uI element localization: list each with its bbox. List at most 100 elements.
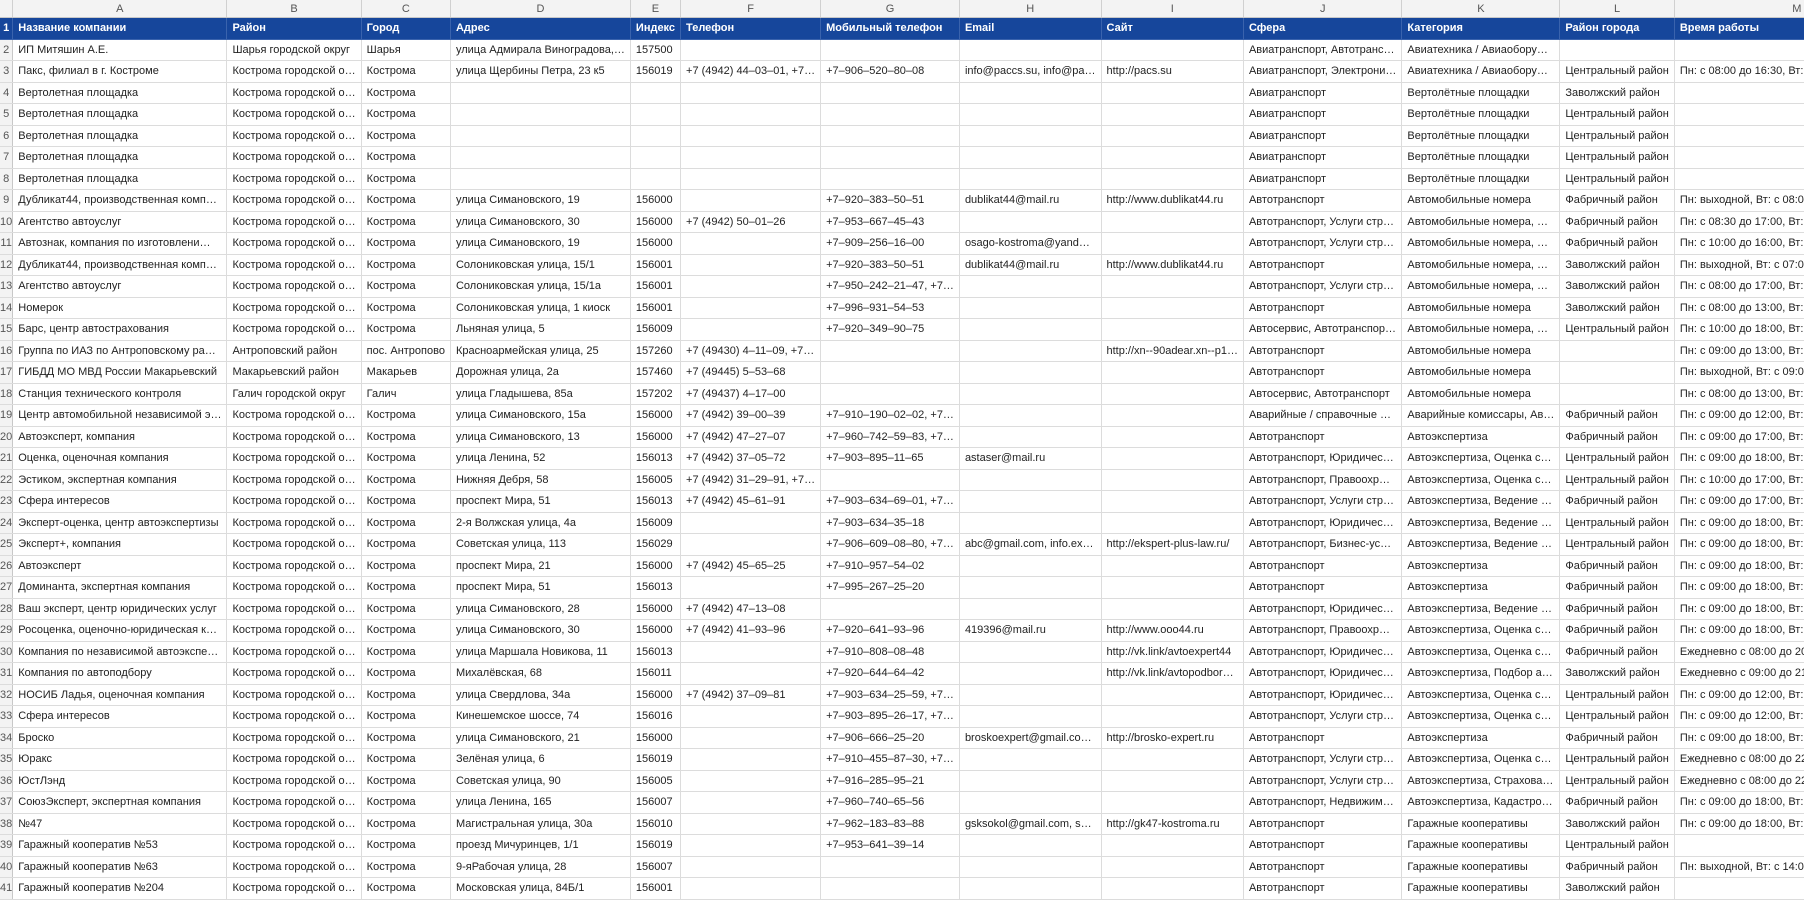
table-cell[interactable]: Фабричный район <box>1559 490 1675 513</box>
table-cell[interactable]: Кострома городской о… <box>226 727 362 749</box>
table-cell[interactable] <box>680 275 822 298</box>
table-cell[interactable]: Центральный район <box>1559 168 1675 190</box>
header-cell[interactable]: Индекс <box>630 17 682 40</box>
table-cell[interactable]: +7–903–634–69–01, +7… <box>820 490 960 513</box>
table-cell[interactable]: Автотранспорт, Правоохр… <box>1243 469 1403 491</box>
row-number[interactable]: 1 <box>0 17 14 40</box>
table-cell[interactable]: Пн: с 09:00 до 17:00, Вт: с 09:00 до 17:… <box>1674 490 1804 513</box>
table-cell[interactable]: 2-я Волжская улица, 4а <box>450 512 631 534</box>
table-cell[interactable]: 156000 <box>630 211 682 233</box>
table-cell[interactable] <box>959 555 1102 577</box>
table-cell[interactable]: +7 (49430) 4–11–09, +7… <box>680 340 822 362</box>
table-cell[interactable]: +7 (4942) 31–29–91, +7… <box>680 469 822 491</box>
table-cell[interactable]: 157500 <box>630 39 682 61</box>
table-cell[interactable]: Ваш эксперт, центр юридических услуг <box>12 598 228 620</box>
table-cell[interactable]: Гаражные кооперативы <box>1401 834 1561 857</box>
table-cell[interactable] <box>450 125 631 147</box>
table-cell[interactable]: +7–996–931–54–53 <box>820 297 960 319</box>
table-cell[interactable] <box>959 103 1102 126</box>
table-cell[interactable]: Кострома <box>361 60 451 83</box>
table-cell[interactable] <box>1101 684 1244 706</box>
row-number[interactable]: 25 <box>0 533 14 556</box>
table-cell[interactable]: Автомобильные номера, … <box>1401 318 1561 341</box>
table-cell[interactable]: http://vk.link/avtopodbor… <box>1101 662 1244 685</box>
table-cell[interactable]: Кострома городской о… <box>226 641 362 663</box>
table-cell[interactable]: 156000 <box>630 684 682 706</box>
table-cell[interactable]: Кострома <box>361 834 451 857</box>
table-cell[interactable]: Автоэкспертиза, Страхова… <box>1401 770 1561 792</box>
table-cell[interactable]: +7–910–808–08–48 <box>820 641 960 663</box>
table-cell[interactable]: №47 <box>12 813 228 835</box>
table-cell[interactable] <box>1101 318 1244 341</box>
table-cell[interactable]: Авиатранспорт <box>1243 146 1403 169</box>
table-cell[interactable]: Гаражные кооперативы <box>1401 877 1561 900</box>
table-cell[interactable] <box>959 598 1102 620</box>
table-cell[interactable]: улица Щербины Петра, 23 к5 <box>450 60 631 83</box>
row-number[interactable]: 13 <box>0 275 14 298</box>
table-cell[interactable]: Кострома <box>361 404 451 427</box>
table-cell[interactable]: 157202 <box>630 383 682 405</box>
table-cell[interactable]: Пн: с 08:00 до 13:00, Вт: с 08:00 до 13:… <box>1674 297 1804 319</box>
table-cell[interactable]: Пн: выходной, Вт: с 14:00 до 16:00, Ср: … <box>1674 856 1804 878</box>
table-cell[interactable]: Автоэкспертиза, Ведение … <box>1401 598 1561 620</box>
table-cell[interactable] <box>959 404 1102 427</box>
table-cell[interactable]: Автотранспорт, Услуги стр… <box>1243 748 1403 771</box>
table-cell[interactable]: Автоэкспертиза, Подбор а… <box>1401 662 1561 685</box>
table-cell[interactable]: Авиатранспорт <box>1243 168 1403 190</box>
table-cell[interactable]: Пн: с 09:00 до 12:00, Вт: с 09:00 до 12:… <box>1674 404 1804 427</box>
table-cell[interactable]: Гаражные кооперативы <box>1401 813 1561 835</box>
table-cell[interactable]: Аварийные / справочные … <box>1243 404 1403 427</box>
row-number[interactable]: 30 <box>0 641 14 663</box>
table-cell[interactable]: Кострома <box>361 791 451 814</box>
table-cell[interactable]: Вертолетная площадка <box>12 82 228 104</box>
table-cell[interactable]: 156013 <box>630 576 682 599</box>
table-cell[interactable]: Заволжский район <box>1559 254 1675 276</box>
table-cell[interactable]: Фабричный район <box>1559 555 1675 577</box>
row-number[interactable]: 38 <box>0 813 14 835</box>
table-cell[interactable] <box>959 641 1102 663</box>
table-cell[interactable]: улица Гладышева, 85а <box>450 383 631 405</box>
table-cell[interactable]: +7–916–285–95–21 <box>820 770 960 792</box>
table-cell[interactable]: Центральный район <box>1559 125 1675 147</box>
table-cell[interactable]: улица Маршала Новикова, 11 <box>450 641 631 663</box>
table-cell[interactable] <box>1101 383 1244 405</box>
table-cell[interactable]: Кострома городской о… <box>226 125 362 147</box>
table-cell[interactable]: Автоэкспертиза, Оценка с… <box>1401 619 1561 642</box>
table-cell[interactable]: Солониковская улица, 1 киоск <box>450 297 631 319</box>
column-header-j[interactable]: J <box>1243 0 1403 18</box>
table-cell[interactable]: Заволжский район <box>1559 662 1675 685</box>
table-cell[interactable] <box>680 748 822 771</box>
table-cell[interactable]: Номерок <box>12 297 228 319</box>
table-cell[interactable]: Кострома городской о… <box>226 275 362 298</box>
table-cell[interactable]: Автознак, компания по изготовлени… <box>12 232 228 255</box>
header-cell[interactable]: Район города <box>1559 17 1675 40</box>
row-number[interactable]: 19 <box>0 404 14 427</box>
table-cell[interactable]: Вертолетная площадка <box>12 146 228 169</box>
table-cell[interactable]: 156001 <box>630 275 682 298</box>
table-cell[interactable]: Кинешемское шоссе, 74 <box>450 705 631 728</box>
table-cell[interactable] <box>680 297 822 319</box>
table-cell[interactable]: Гаражный кооператив №63 <box>12 856 228 878</box>
table-cell[interactable]: +7–953–641–39–14 <box>820 834 960 857</box>
table-cell[interactable]: Фабричный район <box>1559 232 1675 255</box>
table-cell[interactable]: 156007 <box>630 856 682 878</box>
table-cell[interactable]: Кострома <box>361 490 451 513</box>
table-cell[interactable]: 156000 <box>630 727 682 749</box>
table-cell[interactable]: Автотранспорт, Юридичес… <box>1243 512 1403 534</box>
column-header-h[interactable]: H <box>959 0 1102 18</box>
table-cell[interactable]: 419396@mail.ru <box>959 619 1102 642</box>
table-cell[interactable]: Кострома <box>361 125 451 147</box>
row-number[interactable]: 20 <box>0 426 14 448</box>
table-cell[interactable]: +7 (4942) 37–09–81 <box>680 684 822 706</box>
table-cell[interactable]: Кострома <box>361 555 451 577</box>
table-cell[interactable] <box>820 340 960 362</box>
table-cell[interactable]: Советская улица, 113 <box>450 533 631 556</box>
table-cell[interactable]: +7–995–267–25–20 <box>820 576 960 599</box>
table-cell[interactable] <box>1101 404 1244 427</box>
table-cell[interactable]: Пн: с 10:00 до 18:00, Вт: с 10:00 до 18:… <box>1674 318 1804 341</box>
table-cell[interactable]: Центральный район <box>1559 469 1675 491</box>
table-cell[interactable]: Нижняя Дебря, 58 <box>450 469 631 491</box>
table-cell[interactable]: Центральный район <box>1559 512 1675 534</box>
table-cell[interactable]: Красноармейская улица, 25 <box>450 340 631 362</box>
column-header-a[interactable]: A <box>12 0 228 18</box>
